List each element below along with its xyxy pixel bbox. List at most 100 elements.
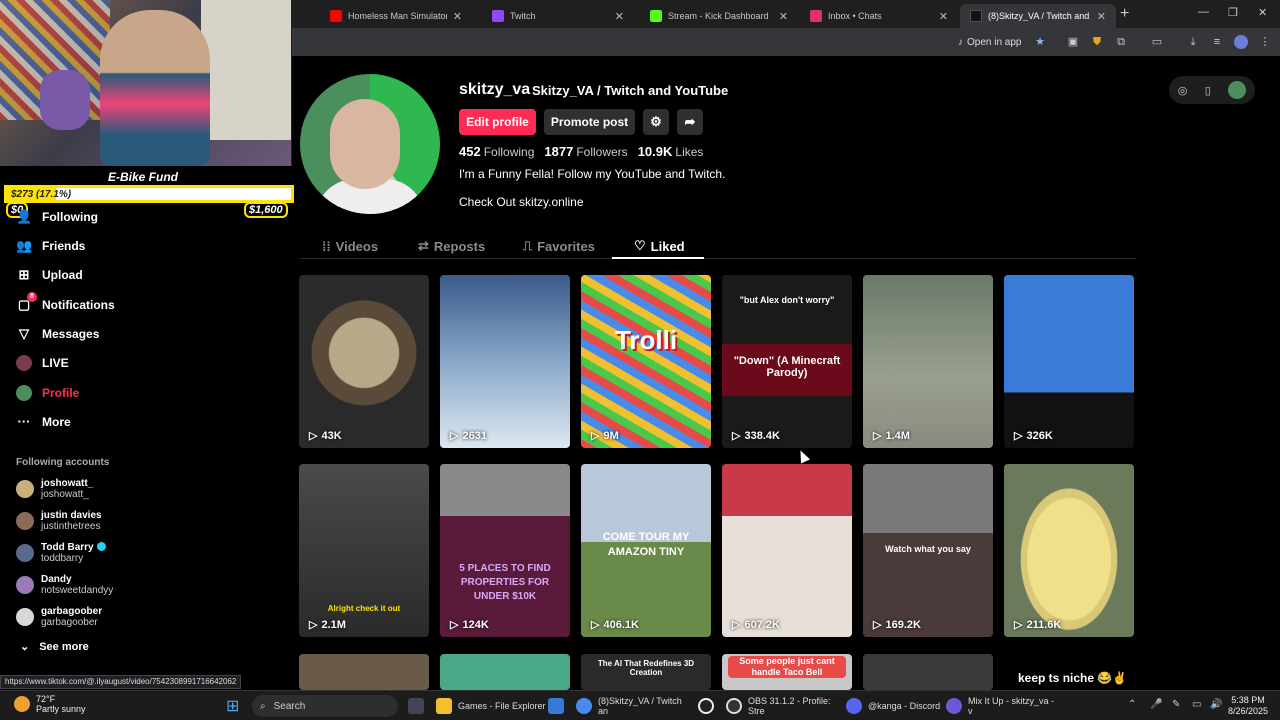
video-card[interactable]: Trolli ▷ 9M <box>581 275 711 448</box>
sidebar-item-notifications[interactable]: ▢ 8 Notifications <box>16 292 115 316</box>
video-thumbnail <box>440 464 570 637</box>
tab-liked[interactable]: ♡ Liked <box>634 236 685 256</box>
video-card[interactable]: Watch what you say ▷ 169.2K <box>863 464 993 637</box>
app-icon[interactable] <box>698 696 720 716</box>
sidebar-item-messages[interactable]: ▽ Messages <box>16 323 99 345</box>
video-card[interactable] <box>440 654 570 690</box>
download-icon[interactable]: ⤓ <box>1186 35 1200 49</box>
windows-start-icon[interactable]: ⊞ <box>226 696 239 716</box>
app-icon[interactable] <box>548 696 570 716</box>
user-avatar[interactable] <box>1228 81 1247 99</box>
followed-account[interactable]: Dandy notsweetdandyy <box>16 572 113 598</box>
video-card[interactable]: 5 PLACES TO FIND PROPERTIES FOR UNDER $1… <box>440 464 570 637</box>
video-card[interactable]: ▷ 43K <box>299 275 429 448</box>
taskbar-app[interactable]: Games - File Explorer <box>436 696 546 716</box>
sidebar-item-more[interactable]: ··· More <box>16 411 71 433</box>
chevron-up-icon[interactable]: ⌃ <box>1128 699 1136 710</box>
puzzle-icon[interactable]: ⧉ <box>1114 35 1128 49</box>
edit-profile-button[interactable]: Edit profile <box>459 109 536 135</box>
taskbar-app-label: (8)Skitzy_VA / Twitch an <box>598 696 682 716</box>
sidebar-item-profile[interactable]: Profile <box>16 382 79 404</box>
media-icon[interactable]: ≡ <box>1210 35 1224 49</box>
followed-account[interactable]: joshowatt_ joshowatt_ <box>16 476 93 502</box>
taskbar-app-label: Mix It Up - skitzy_va - v <box>968 696 1055 716</box>
upload-icon: ⊞ <box>18 267 30 282</box>
promote-post-button[interactable]: Promote post <box>544 109 635 135</box>
sidebar-item-upload[interactable]: ⊞ Upload <box>16 264 83 286</box>
pen-icon[interactable]: ✎ <box>1172 699 1180 710</box>
browser-avatar[interactable] <box>1234 35 1248 49</box>
bookmark-star-icon[interactable]: ★ <box>1033 35 1047 49</box>
play-icon: ▷ <box>309 430 318 442</box>
cast-icon[interactable]: ▭ <box>1150 35 1164 49</box>
video-card[interactable] <box>863 654 993 690</box>
close-tab-icon[interactable]: ✕ <box>1097 10 1106 23</box>
taskbar-app[interactable]: @kanga - Discord <box>846 696 942 716</box>
video-card[interactable] <box>299 654 429 690</box>
share-icon[interactable]: ➦ <box>677 109 703 135</box>
video-card[interactable]: COME TOUR MY AMAZON TINY ▷ 406.1K <box>581 464 711 637</box>
close-tab-icon[interactable]: ✕ <box>779 10 788 23</box>
video-card[interactable]: Some people just cant handle Taco Bell <box>722 654 852 690</box>
video-card[interactable]: "but Alex don't worry" "Down" (A Minecra… <box>722 275 852 448</box>
menu-icon[interactable]: ⋮ <box>1258 35 1272 49</box>
browser-tab-active[interactable]: (8)Skitzy_VA / Twitch and YouTu ✕ <box>960 4 1116 28</box>
sidebar-item-friends[interactable]: 👥 Friends <box>16 235 85 257</box>
taskbar-search[interactable]: ⌕ Search <box>252 695 398 717</box>
twitch-icon <box>492 10 504 22</box>
taskbar-app[interactable]: (8)Skitzy_VA / Twitch an <box>576 696 686 716</box>
avatar <box>16 480 34 498</box>
device-icon[interactable]: ▯ <box>1205 84 1211 97</box>
close-tab-icon[interactable]: ✕ <box>453 10 462 23</box>
tab-reposts[interactable]: ⇄ Reposts <box>418 236 485 256</box>
followers-stat[interactable]: 1877 Followers <box>544 144 627 159</box>
task-view-icon[interactable] <box>408 696 430 716</box>
video-card[interactable]: ▷ 607.2K <box>722 464 852 637</box>
video-card[interactable]: The AI That Redefines 3D Creation <box>581 654 711 690</box>
tab-favorites[interactable]: ⎍ Favorites <box>523 236 595 256</box>
extension-icon[interactable]: ▣ <box>1066 35 1080 49</box>
video-card[interactable]: ▷ 1.4M <box>863 275 993 448</box>
see-more-button[interactable]: ⌄ See more <box>20 640 89 654</box>
video-card[interactable]: Alright check it out ▷ 2.1M <box>299 464 429 637</box>
browser-tab[interactable]: Inbox • Chats ✕ <box>800 4 958 28</box>
likes-stat: 10.9K Likes <box>637 144 704 159</box>
browser-tab[interactable]: Twitch ✕ <box>482 4 634 28</box>
browser-tab[interactable]: Stream - Kick Dashboard ✕ <box>640 4 798 28</box>
view-count: ▷ 1.4M <box>873 429 910 443</box>
taskbar-clock[interactable]: 5:38 PM 8/26/2025 <box>1228 695 1268 717</box>
profile-link[interactable]: Check Out skitzy.online <box>459 195 584 209</box>
following-stat[interactable]: 452 Following <box>459 144 534 159</box>
play-icon: ▷ <box>591 619 600 631</box>
profile-avatar[interactable] <box>300 74 440 214</box>
video-card[interactable]: ▷ 2631 <box>440 275 570 448</box>
tab-videos[interactable]: ⁞⁞ Videos <box>322 236 378 256</box>
settings-icon[interactable]: ⚙ <box>643 109 669 135</box>
video-card[interactable]: ▷ 326K <box>1004 275 1134 448</box>
followed-account[interactable]: garbagoober garbagoober <box>16 604 102 630</box>
maximize-icon[interactable]: ❐ <box>1228 6 1238 19</box>
followed-account[interactable]: Todd Barry toddbarry <box>16 540 106 566</box>
volume-icon[interactable]: 🔊 <box>1210 699 1222 710</box>
sidebar-item-live[interactable]: LIVE <box>16 352 69 374</box>
play-icon: ▷ <box>732 430 741 442</box>
close-window-icon[interactable]: ✕ <box>1258 6 1267 19</box>
shield-icon[interactable]: ⛊ <box>1090 35 1104 49</box>
browser-tab[interactable]: Homeless Man Simulator (We C ✕ <box>320 4 472 28</box>
video-card[interactable]: ▷ 211.6K <box>1004 464 1134 637</box>
monitor-icon[interactable]: ▭ <box>1192 699 1201 710</box>
taskbar-app[interactable]: Mix It Up - skitzy_va - v <box>946 696 1056 716</box>
weather-widget[interactable]: 72°F Partly sunny <box>14 694 86 714</box>
new-tab-icon[interactable]: + <box>1120 5 1129 23</box>
close-tab-icon[interactable]: ✕ <box>939 10 948 23</box>
close-tab-icon[interactable]: ✕ <box>615 10 624 23</box>
followed-account[interactable]: justin davies justinthetrees <box>16 508 102 534</box>
open-in-app-button[interactable]: ♪ Open in app <box>952 34 1028 50</box>
avatar-face <box>330 99 400 189</box>
compass-icon[interactable]: ◎ <box>1178 84 1188 97</box>
account-name: joshowatt_ <box>41 478 94 489</box>
microphone-icon[interactable]: 🎤 <box>1150 699 1162 710</box>
sidebar-item-following[interactable]: 👤 Following <box>16 206 98 228</box>
taskbar-app[interactable]: OBS 31.1.2 - Profile: Stre <box>726 696 836 716</box>
minimize-icon[interactable]: — <box>1198 6 1209 18</box>
